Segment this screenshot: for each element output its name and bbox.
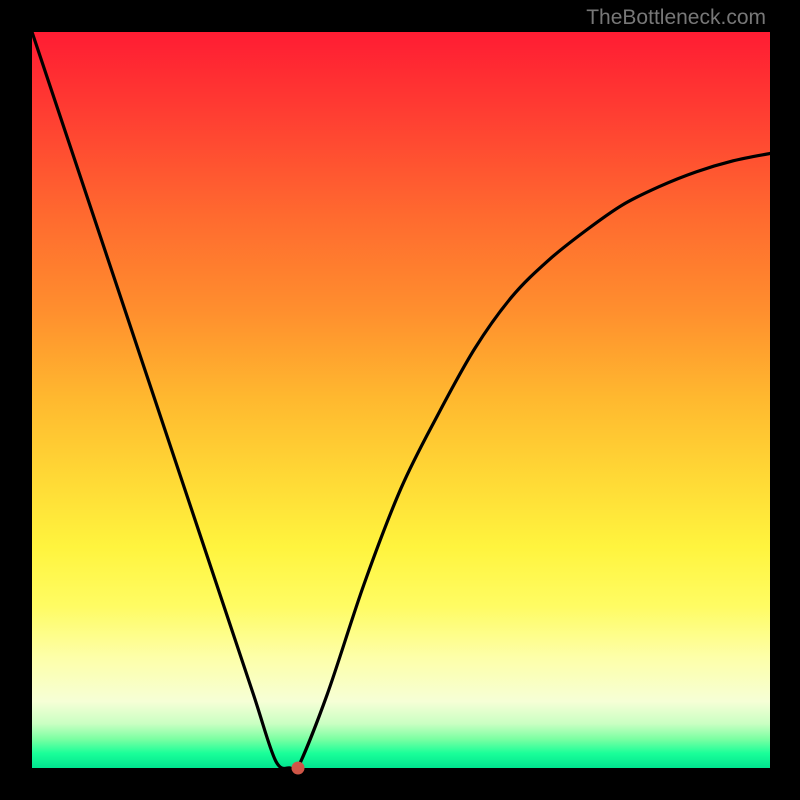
watermark-text: TheBottleneck.com [586, 6, 766, 30]
bottleneck-curve [32, 32, 770, 768]
optimal-point-marker [291, 762, 304, 775]
plot-area [32, 32, 770, 768]
chart-frame: TheBottleneck.com [0, 0, 800, 800]
